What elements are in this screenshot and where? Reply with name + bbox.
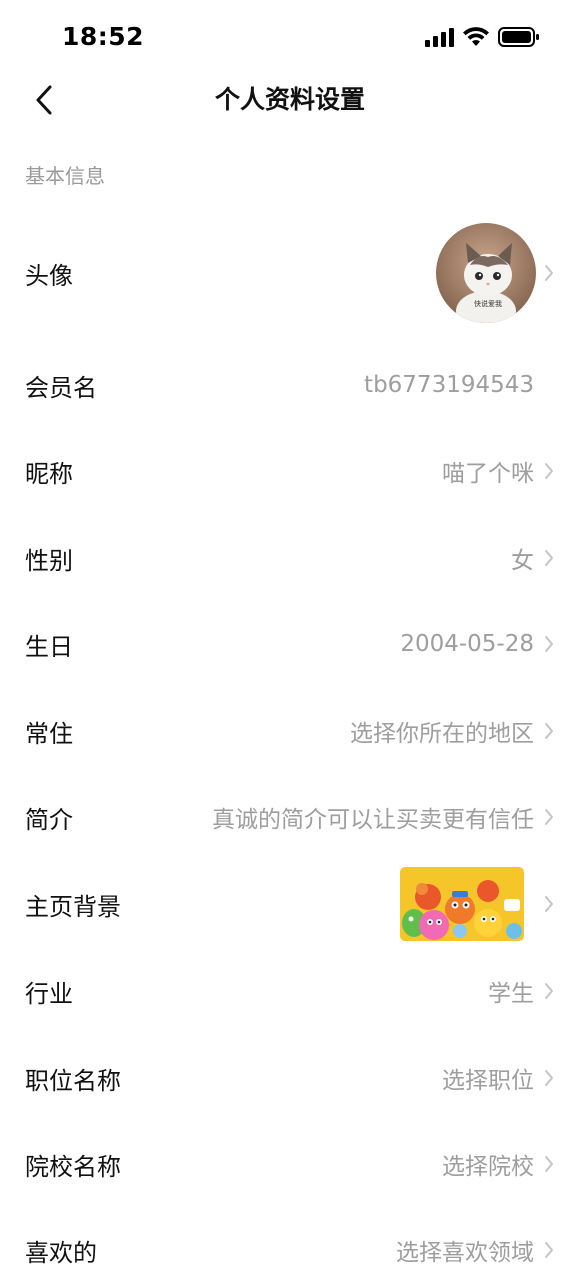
chevron-right-icon bbox=[542, 1240, 556, 1260]
favorites-value: 选择喜欢领域 bbox=[396, 1240, 534, 1266]
avatar[interactable]: 快说爱我 bbox=[436, 223, 536, 323]
row-bio[interactable]: 简介 真诚的简介可以让买卖更有信任 bbox=[0, 789, 580, 845]
status-bar: 18:52 bbox=[0, 0, 580, 70]
member-name-value: tb6773194543 bbox=[364, 372, 534, 398]
cellular-signal-icon bbox=[425, 28, 454, 47]
chevron-right-icon bbox=[542, 721, 556, 741]
page-title: 个人资料设置 bbox=[214, 85, 365, 114]
gender-value: 女 bbox=[511, 548, 534, 574]
row-school[interactable]: 院校名称 选择院校 bbox=[0, 1136, 580, 1192]
industry-value: 学生 bbox=[488, 981, 534, 1007]
chevron-right-icon bbox=[542, 807, 556, 827]
row-label: 喜欢的 bbox=[25, 1238, 97, 1267]
row-label: 行业 bbox=[25, 979, 73, 1008]
row-label: 简介 bbox=[25, 805, 73, 834]
wifi-icon bbox=[463, 27, 489, 46]
row-label: 性别 bbox=[25, 546, 73, 575]
row-label: 会员名 bbox=[25, 373, 97, 402]
row-homepage-background[interactable]: 主页背景 bbox=[0, 866, 580, 942]
row-label: 头像 bbox=[25, 261, 73, 290]
school-value: 选择院校 bbox=[442, 1154, 534, 1180]
row-label: 职位名称 bbox=[25, 1066, 121, 1095]
row-favorites[interactable]: 喜欢的 选择喜欢领域 bbox=[0, 1222, 580, 1278]
homepage-background-thumbnail[interactable] bbox=[400, 867, 524, 941]
row-birthday[interactable]: 生日 2004-05-28 bbox=[0, 616, 580, 672]
status-icons bbox=[424, 26, 540, 48]
chevron-right-icon bbox=[542, 894, 556, 914]
status-time: 18:52 bbox=[62, 22, 145, 51]
job-title-value: 选择职位 bbox=[442, 1068, 534, 1094]
nickname-value: 喵了个咪 bbox=[442, 461, 534, 487]
row-nickname[interactable]: 昵称 喵了个咪 bbox=[0, 443, 580, 499]
chevron-right-icon bbox=[542, 548, 556, 568]
row-label: 昵称 bbox=[25, 459, 73, 488]
residence-value: 选择你所在的地区 bbox=[350, 721, 534, 747]
nav-bar: 个人资料设置 bbox=[0, 70, 580, 130]
section-header: 基本信息 bbox=[25, 164, 105, 188]
row-label: 常住 bbox=[25, 719, 73, 748]
row-avatar[interactable]: 头像 快说爱我 bbox=[0, 222, 580, 324]
row-gender[interactable]: 性别 女 bbox=[0, 530, 580, 586]
battery-icon bbox=[498, 27, 539, 47]
chevron-right-icon bbox=[542, 461, 556, 481]
chevron-right-icon bbox=[542, 981, 556, 1001]
row-job-title[interactable]: 职位名称 选择职位 bbox=[0, 1050, 580, 1106]
row-member-name: 会员名 tb6773194543 bbox=[0, 357, 580, 413]
row-label: 院校名称 bbox=[25, 1152, 121, 1181]
chevron-right-icon bbox=[542, 634, 556, 654]
bio-value: 真诚的简介可以让买卖更有信任 bbox=[212, 807, 534, 833]
avatar-caption: 快说爱我 bbox=[474, 299, 502, 308]
chevron-right-icon bbox=[542, 1154, 556, 1174]
birthday-value: 2004-05-28 bbox=[400, 631, 534, 657]
row-label: 生日 bbox=[25, 632, 73, 661]
row-residence[interactable]: 常住 选择你所在的地区 bbox=[0, 703, 580, 759]
chevron-right-icon bbox=[542, 263, 556, 283]
row-industry[interactable]: 行业 学生 bbox=[0, 963, 580, 1019]
row-label: 主页背景 bbox=[25, 892, 121, 921]
chevron-right-icon bbox=[542, 1068, 556, 1088]
